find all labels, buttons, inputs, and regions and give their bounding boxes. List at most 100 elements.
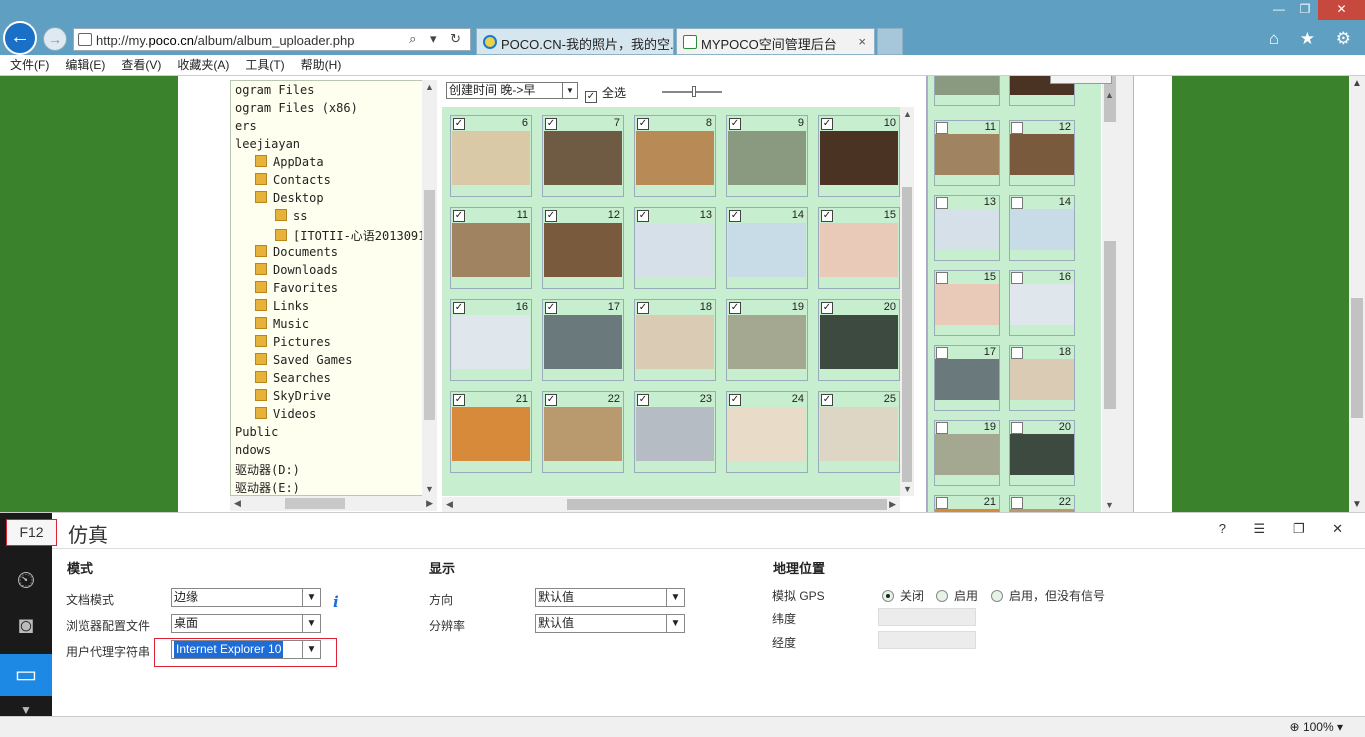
tree-item[interactable]: Desktop (235, 191, 324, 209)
tree-item[interactable]: Downloads (235, 263, 338, 281)
photo-checkbox[interactable]: ✓ (453, 210, 465, 222)
menu-item[interactable]: 收藏夹(A) (177, 55, 229, 75)
home-favorites-tools-icons[interactable]: ⌂ ★ ⚙ (1269, 29, 1359, 49)
photo-cell[interactable]: ✓ 18 (634, 299, 716, 381)
photo-checkbox[interactable]: ✓ (637, 210, 649, 222)
photo-checkbox[interactable] (936, 422, 948, 434)
panel-scroll-up-icon[interactable]: ▲ (1105, 90, 1114, 100)
f12-button[interactable]: F12 (6, 519, 57, 546)
menu-item[interactable]: 查看(V) (121, 55, 161, 75)
tree-item[interactable]: AppData (235, 155, 324, 173)
tree-item[interactable]: Favorites (235, 281, 338, 299)
photo-cell[interactable]: ✓ 17 (542, 299, 624, 381)
selected-photo-cell[interactable]: 12 (1009, 120, 1075, 186)
tree-scroll-left-icon[interactable]: ◀ (234, 498, 241, 509)
resolution-select[interactable]: 默认值 ▼ (535, 614, 685, 633)
address-bar[interactable]: http://my.poco.cn/album/album_uploader.p… (73, 28, 471, 51)
address-url[interactable]: http://my.poco.cn/album/album_uploader.p… (96, 33, 355, 48)
photo-checkbox[interactable] (936, 122, 948, 134)
tree-scroll-thumb[interactable] (424, 190, 435, 420)
photo-cell[interactable]: ✓ 21 (450, 391, 532, 473)
tree-scroll-down-icon[interactable]: ▼ (425, 484, 434, 494)
gps-on-radio[interactable]: 启用 (936, 587, 978, 604)
devtools-window-icons[interactable]: ? ☰ ❐ ✕ (1219, 521, 1355, 537)
photo-thumbnail[interactable] (935, 76, 999, 95)
photo-checkbox[interactable]: ✓ (729, 302, 741, 314)
photo-cell[interactable]: ✓ 15 (818, 207, 900, 289)
tree-item[interactable]: SkyDrive (235, 389, 331, 407)
photo-checkbox[interactable]: ✓ (545, 118, 557, 130)
tree-item[interactable]: Contacts (235, 173, 331, 191)
photo-cell[interactable]: ✓ 12 (542, 207, 624, 289)
selected-photo-cell[interactable]: 15 (934, 270, 1000, 336)
photo-thumbnail[interactable] (820, 131, 898, 185)
photo-checkbox[interactable] (936, 197, 948, 209)
photo-checkbox[interactable] (1011, 422, 1023, 434)
tree-item[interactable]: ogram Files (235, 83, 314, 101)
photo-thumbnail[interactable] (452, 315, 530, 369)
tree-item[interactable]: Public (235, 425, 278, 443)
sort-select[interactable]: 创建时间 晚->早 ▼ (446, 82, 578, 99)
longitude-input[interactable] (878, 631, 976, 649)
restore-button[interactable]: ❐ (1292, 0, 1318, 20)
photo-thumbnail[interactable] (1010, 434, 1074, 475)
selected-photo-cell[interactable] (934, 76, 1000, 106)
browser-profile-select[interactable]: 桌面 ▼ (171, 614, 321, 633)
photo-thumbnail[interactable] (1010, 284, 1074, 325)
photo-thumbnail[interactable] (544, 315, 622, 369)
tree-item[interactable]: Saved Games (235, 353, 352, 371)
tree-scroll-up-icon[interactable]: ▲ (425, 82, 434, 92)
photo-thumbnail[interactable] (820, 315, 898, 369)
photo-checkbox[interactable]: ✓ (729, 210, 741, 222)
photo-cell[interactable]: ✓ 24 (726, 391, 808, 473)
tree-item[interactable]: 驱动器(D:) (235, 461, 300, 479)
window-close-button[interactable]: ✕ (1318, 0, 1365, 20)
photo-cell[interactable]: ✓ 10 (818, 115, 900, 197)
tree-item[interactable]: ss (235, 209, 307, 227)
doc-mode-select[interactable]: 边缘 ▼ (171, 588, 321, 607)
photo-checkbox[interactable]: ✓ (821, 210, 833, 222)
photo-checkbox[interactable] (1011, 497, 1023, 509)
tree-item[interactable]: Documents (235, 245, 338, 263)
photo-thumbnail[interactable] (544, 131, 622, 185)
tree-item[interactable]: Links (235, 299, 309, 317)
photo-checkbox[interactable] (1011, 272, 1023, 284)
photo-thumbnail[interactable] (728, 407, 806, 461)
photo-checkbox[interactable]: ✓ (637, 118, 649, 130)
menu-item[interactable]: 文件(F) (10, 55, 49, 75)
menu-item[interactable]: 帮助(H) (301, 55, 342, 75)
selected-photo-cell[interactable]: 11 (934, 120, 1000, 186)
photo-cell[interactable]: ✓ 6 (450, 115, 532, 197)
photo-cell[interactable]: ✓ 14 (726, 207, 808, 289)
photo-cell[interactable]: ✓ 13 (634, 207, 716, 289)
photo-checkbox[interactable]: ✓ (637, 394, 649, 406)
photo-thumbnail[interactable] (544, 223, 622, 277)
chevron-down-icon[interactable]: ▼ (666, 589, 684, 606)
tab-mypoco-admin[interactable]: MYPOCO空间管理后台 × (676, 28, 875, 55)
photo-thumbnail[interactable] (636, 315, 714, 369)
tab-poco-photos[interactable]: POCO.CN-我的照片，我的空... (476, 28, 674, 55)
photo-cell[interactable]: ✓ 22 (542, 391, 624, 473)
photo-thumbnail[interactable] (935, 359, 999, 400)
photo-thumbnail[interactable] (935, 209, 999, 250)
zoom-control[interactable]: ⊕ 100% ▾ (1290, 720, 1343, 734)
selected-photo-cell[interactable]: 20 (1009, 420, 1075, 486)
photo-cell[interactable]: ✓ 16 (450, 299, 532, 381)
grid-hscroll-thumb[interactable] (567, 499, 887, 510)
menu-item[interactable]: 工具(T) (245, 55, 284, 75)
gps-off-radio[interactable]: 关闭 (882, 587, 924, 604)
chevron-down-icon[interactable]: ▼ (666, 615, 684, 632)
scroll-down-icon[interactable]: ▼ (1352, 499, 1362, 510)
chevron-down-icon[interactable]: ▼ (562, 83, 577, 98)
photo-checkbox[interactable] (1011, 122, 1023, 134)
thumbnail-size-slider[interactable] (662, 86, 722, 97)
photo-checkbox[interactable]: ✓ (729, 394, 741, 406)
photo-checkbox[interactable]: ✓ (637, 302, 649, 314)
chevron-down-icon[interactable]: ▼ (302, 615, 320, 632)
scroll-up-icon[interactable]: ▲ (1352, 78, 1362, 89)
slider-knob[interactable] (692, 86, 696, 97)
photo-thumbnail[interactable] (728, 315, 806, 369)
tab-close-icon[interactable]: × (858, 34, 866, 49)
photo-checkbox[interactable]: ✓ (453, 394, 465, 406)
orientation-select[interactable]: 默认值 ▼ (535, 588, 685, 607)
